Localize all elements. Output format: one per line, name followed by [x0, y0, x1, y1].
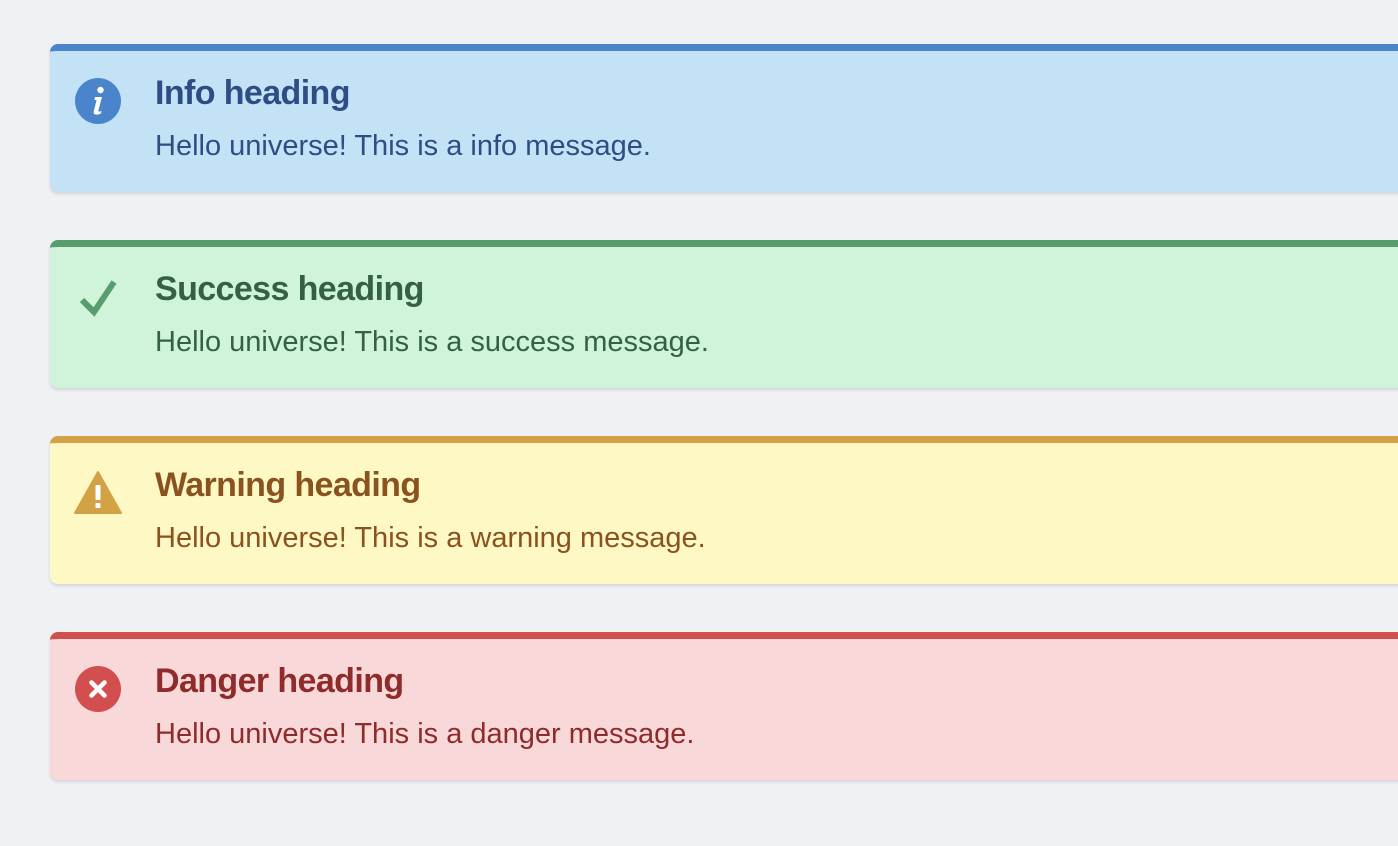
alert-message: Hello universe! This is a info message.	[155, 130, 651, 162]
danger-alert: Danger heading Hello universe! This is a…	[50, 632, 1398, 780]
warning-triangle-icon	[74, 469, 122, 517]
alert-message: Hello universe! This is a danger message…	[155, 718, 695, 750]
close-circle-icon	[74, 665, 122, 713]
warning-alert: Warning heading Hello universe! This is …	[50, 436, 1398, 584]
alert-heading: Success heading	[155, 270, 424, 308]
alert-heading: Info heading	[155, 74, 351, 112]
alerts-list: Info heading Hello universe! This is a i…	[50, 44, 1398, 828]
info-circle-icon	[74, 77, 122, 125]
success-alert: Success heading Hello universe! This is …	[50, 240, 1398, 388]
checkmark-icon	[74, 273, 122, 321]
info-alert: Info heading Hello universe! This is a i…	[50, 44, 1398, 192]
alert-message: Hello universe! This is a warning messag…	[155, 522, 706, 554]
alert-heading: Warning heading	[155, 466, 421, 504]
alert-heading: Danger heading	[155, 662, 404, 700]
alert-message: Hello universe! This is a success messag…	[155, 326, 709, 358]
